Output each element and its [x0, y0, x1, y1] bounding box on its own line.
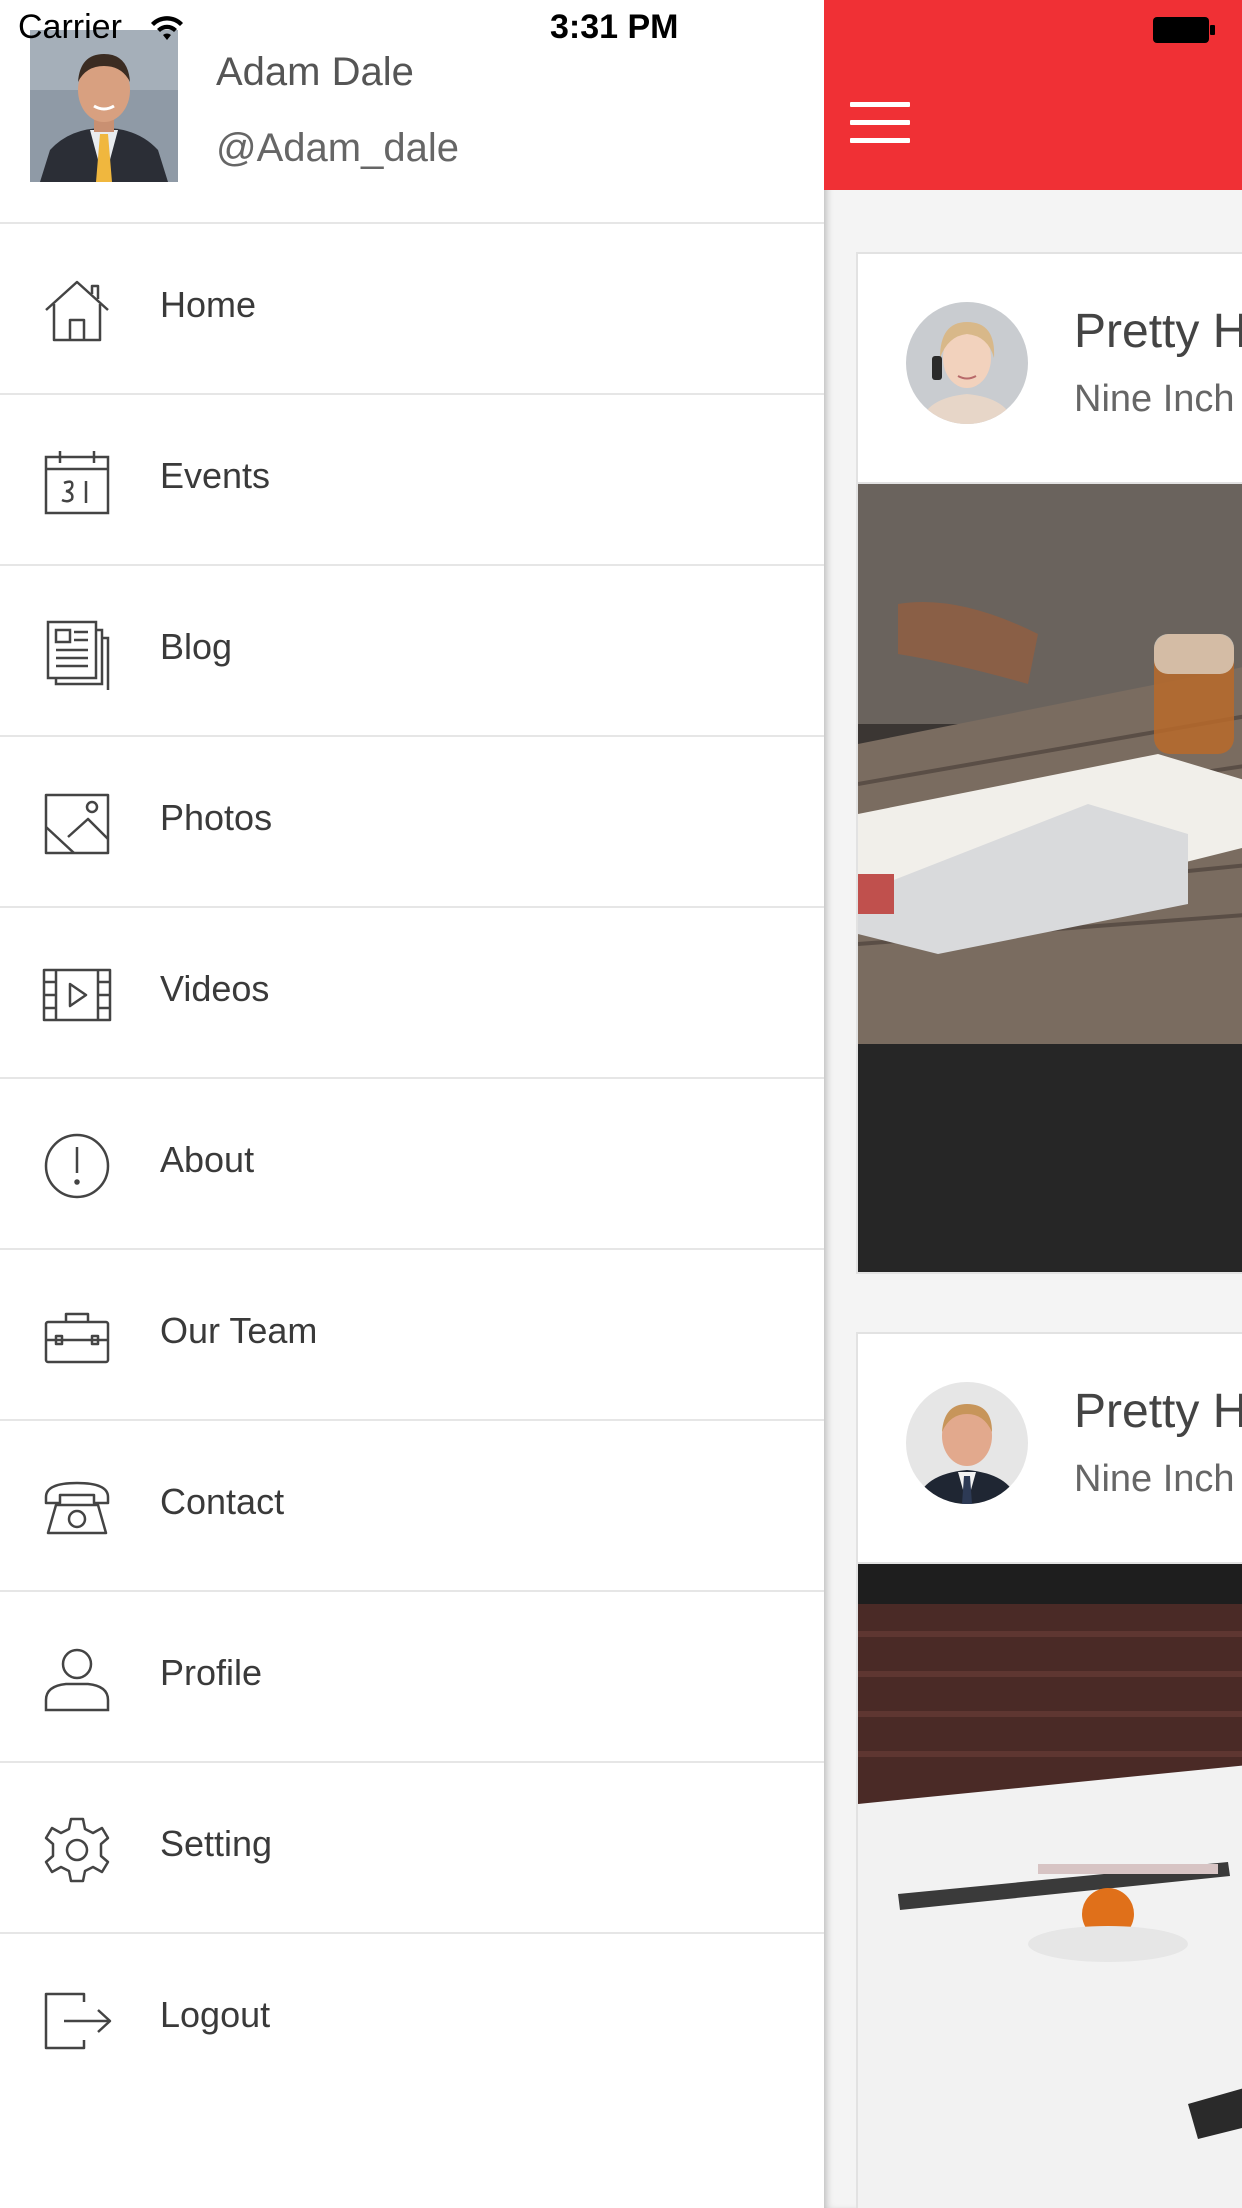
main-content: Pretty H Nine Inch Pretty H Nine Inch [824, 0, 1242, 2208]
person-icon [40, 1642, 114, 1716]
menu-label-home: Home [160, 284, 257, 325]
menu-label-videos: Videos [160, 968, 270, 1009]
card-header: Pretty H Nine Inch [858, 1334, 1242, 1564]
menu-label-photos: Photos [160, 797, 273, 838]
menu-item-blog[interactable]: Blog [0, 566, 824, 737]
menu-item-photos[interactable]: Photos [0, 737, 824, 908]
menu-item-home[interactable]: Home [0, 224, 824, 395]
card-subtitle: Nine Inch [1074, 378, 1235, 420]
gear-icon [40, 1813, 114, 1887]
menu-item-profile[interactable]: Profile [0, 1592, 824, 1763]
calendar-icon [40, 445, 114, 519]
feed-card[interactable]: Pretty H Nine Inch [856, 1332, 1242, 2208]
hamburger-menu-icon[interactable] [850, 102, 910, 146]
menu-item-about[interactable]: About [0, 1079, 824, 1250]
newspaper-icon [40, 616, 114, 690]
menu-label-about: About [160, 1139, 255, 1180]
menu-item-videos[interactable]: Videos [0, 908, 824, 1079]
feed-card[interactable]: Pretty H Nine Inch [856, 252, 1242, 1274]
menu-label-contact: Contact [160, 1481, 285, 1522]
card-title: Pretty H [1074, 305, 1242, 358]
menu-item-setting[interactable]: Setting [0, 1763, 824, 1934]
image-icon [40, 787, 114, 861]
user-handle: @Adam_dale [216, 126, 459, 170]
info-icon [40, 1129, 114, 1203]
post-image[interactable] [858, 484, 1242, 1272]
drawer-menu: Home Events Blog Photos Videos About Our… [0, 224, 824, 2103]
user-name: Adam Dale [216, 50, 414, 94]
side-drawer: Adam Dale @Adam_dale Home Events Blog Ph… [0, 0, 824, 2208]
profile-header[interactable]: Adam Dale @Adam_dale [0, 0, 824, 224]
post-image[interactable] [858, 1564, 1242, 2208]
author-avatar[interactable] [906, 1382, 1028, 1504]
menu-label-events: Events [160, 455, 271, 496]
menu-item-our-team[interactable]: Our Team [0, 1250, 824, 1421]
menu-label-setting: Setting [160, 1823, 273, 1864]
menu-item-logout[interactable]: Logout [0, 1934, 824, 2103]
menu-label-our-team: Our Team [160, 1310, 318, 1351]
telephone-icon [40, 1471, 114, 1545]
card-header: Pretty H Nine Inch [858, 254, 1242, 484]
menu-label-logout: Logout [160, 1994, 271, 2035]
author-avatar[interactable] [906, 302, 1028, 424]
video-icon [40, 958, 114, 1032]
top-navbar [824, 0, 1242, 190]
card-subtitle: Nine Inch [1074, 1458, 1235, 1500]
briefcase-icon [40, 1300, 114, 1374]
menu-label-profile: Profile [160, 1652, 263, 1693]
home-icon [40, 274, 114, 348]
menu-item-contact[interactable]: Contact [0, 1421, 824, 1592]
menu-item-events[interactable]: Events [0, 395, 824, 566]
avatar[interactable] [30, 30, 178, 182]
logout-icon [40, 1984, 114, 2058]
card-title: Pretty H [1074, 1385, 1242, 1438]
menu-label-blog: Blog [160, 626, 233, 667]
